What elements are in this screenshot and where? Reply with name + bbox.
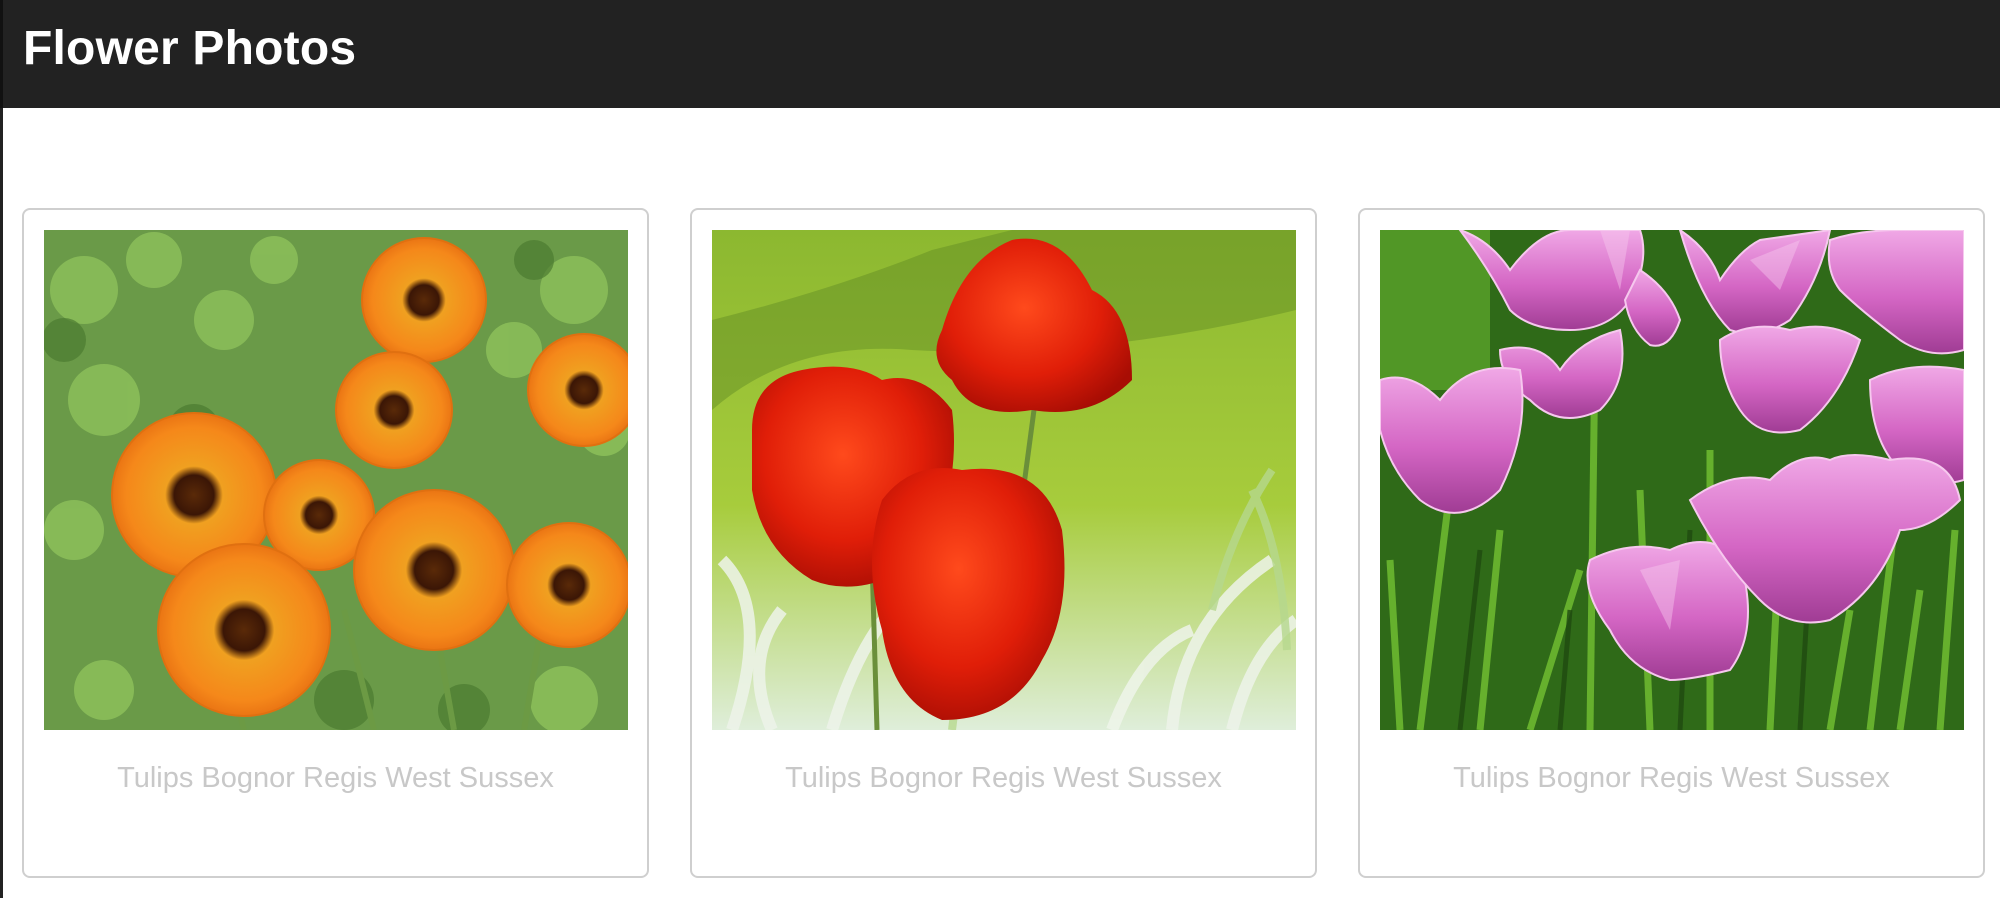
left-edge-rule (0, 108, 3, 898)
page-title: Flower Photos (23, 22, 357, 75)
photo-card-pink-tulips[interactable]: Tulips Bognor Regis West Sussex (1358, 208, 1985, 878)
photo-caption: Tulips Bognor Regis West Sussex (1453, 762, 1890, 794)
photo-card-red-tulips[interactable]: Tulips Bognor Regis West Sussex (690, 208, 1317, 878)
photo-card-orange-tulips[interactable]: Tulips Bognor Regis West Sussex (22, 208, 649, 878)
red-tulips-photo[interactable] (712, 230, 1296, 730)
photo-caption: Tulips Bognor Regis West Sussex (117, 762, 554, 794)
app-header: Flower Photos (0, 0, 2000, 108)
pink-tulips-photo[interactable] (1380, 230, 1964, 730)
orange-tulips-photo[interactable] (44, 230, 628, 730)
photo-caption: Tulips Bognor Regis West Sussex (785, 762, 1222, 794)
